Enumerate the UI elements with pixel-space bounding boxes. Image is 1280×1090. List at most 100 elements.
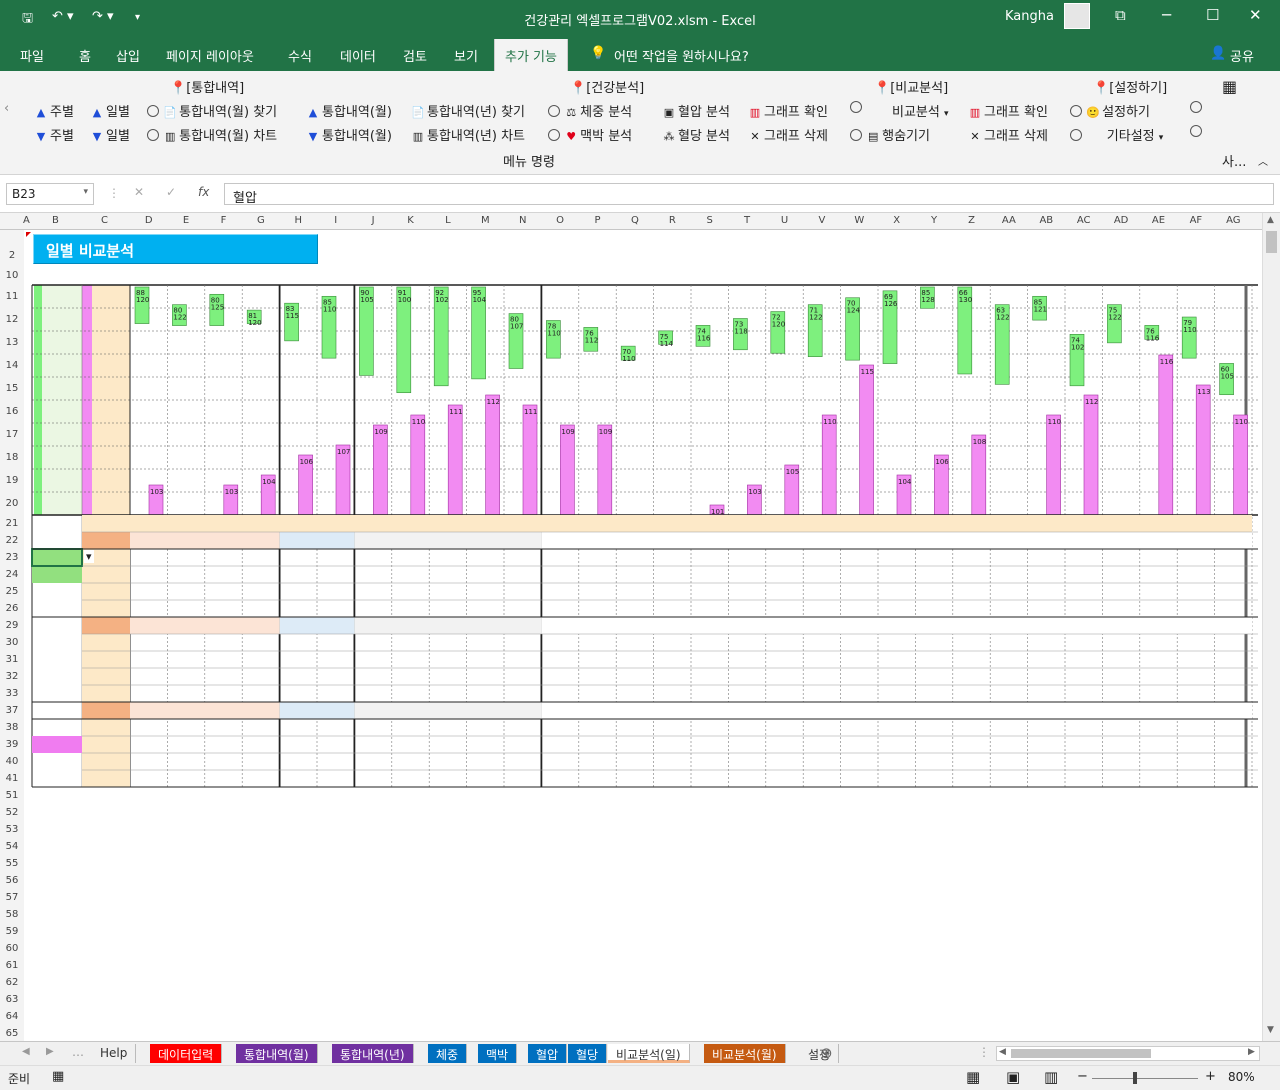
row-header[interactable]: 19 — [0, 469, 24, 492]
scroll-thumb[interactable] — [1266, 231, 1277, 253]
share-icon[interactable]: 👤 — [1210, 46, 1226, 61]
tab-file[interactable]: 파일 — [20, 46, 44, 65]
vertical-scrollbar[interactable]: ▲ ▼ — [1262, 213, 1280, 1041]
splitter-dots-icon[interactable]: ⋮ — [978, 1045, 990, 1059]
row-header[interactable]: 2 — [0, 230, 24, 266]
minimize-icon[interactable]: ─ — [1162, 6, 1171, 24]
graph-check-button[interactable]: ▥ 그래프 확인 — [748, 101, 828, 120]
monthly-up-button[interactable]: ▲ 통합내역(월) — [306, 101, 392, 120]
row-header[interactable]: 20 — [0, 492, 24, 515]
row-header[interactable]: 40 — [0, 753, 24, 770]
sheet-tab[interactable]: 맥박 — [478, 1044, 518, 1063]
yearly-find-button[interactable]: 📄 통합내역(년) 찾기 — [411, 101, 525, 120]
settings-button[interactable]: 🙂 설정하기 — [1070, 101, 1150, 120]
user-name[interactable]: Kangha — [1005, 9, 1054, 24]
scroll-up-icon[interactable]: ▲ — [1267, 215, 1274, 225]
sugar-analysis-button[interactable]: ⁂ 혈당 분석 — [662, 125, 730, 144]
daily-down-button[interactable]: ▼ 일별 — [90, 125, 130, 144]
row-header[interactable]: 25 — [0, 583, 24, 600]
graph-delete-2-button[interactable]: ✕ 그래프 삭제 — [968, 125, 1048, 144]
sheet-tab[interactable]: 데이터입력 — [150, 1044, 223, 1063]
row-header[interactable]: 57 — [0, 889, 24, 906]
scroll-left-icon[interactable]: ‹ — [4, 101, 9, 116]
ribbon-display-icon[interactable]: ⧉ — [1115, 6, 1126, 24]
formula-input[interactable]: 혈압 — [224, 183, 1274, 206]
weekly-down-button[interactable]: ▼ 주별 — [34, 125, 74, 144]
sheet-tab[interactable]: 비교분석(일) — [608, 1044, 690, 1063]
row-header[interactable]: 38 — [0, 719, 24, 736]
row-header[interactable]: 16 — [0, 400, 24, 423]
add-sheet-icon[interactable]: ⊕ — [820, 1044, 833, 1062]
row-header[interactable]: 59 — [0, 923, 24, 940]
macro-record-icon[interactable]: ▦ — [52, 1069, 64, 1084]
cancel-icon[interactable]: ✕ — [134, 185, 144, 199]
sheet-tab[interactable]: 혈압 — [528, 1044, 568, 1063]
row-header[interactable]: 41 — [0, 770, 24, 787]
tab-addins[interactable]: 추가 기능 — [494, 39, 568, 71]
graph-delete-button[interactable]: ✕ 그래프 삭제 — [748, 125, 828, 144]
worksheet-grid[interactable]: 88 120 103 80 122 80 125 103 81 120 104 83 115 106 85 1… — [0, 213, 1262, 1041]
zoom-level[interactable]: 80% — [1228, 1070, 1255, 1084]
row-header[interactable]: 23 — [0, 549, 24, 566]
scroll-right-icon[interactable]: ▶ — [1248, 1047, 1255, 1057]
graph-check-2-button[interactable]: ▥ 그래프 확인 — [968, 101, 1048, 120]
weekly-up-button[interactable]: ▲ 주별 — [34, 101, 74, 120]
sheet-tab[interactable]: Help — [92, 1044, 137, 1063]
maximize-icon[interactable]: ☐ — [1206, 6, 1219, 24]
hscroll-thumb[interactable] — [1011, 1049, 1151, 1058]
row-header[interactable]: 30 — [0, 634, 24, 651]
row-header[interactable]: 55 — [0, 855, 24, 872]
row-header[interactable]: 32 — [0, 668, 24, 685]
tab-page-layout[interactable]: 페이지 레이아웃 — [166, 46, 254, 65]
row-header[interactable]: 61 — [0, 957, 24, 974]
option-radio-2[interactable] — [1190, 125, 1202, 140]
daily-up-button[interactable]: ▲ 일별 — [90, 101, 130, 120]
name-box[interactable]: B23 ▾ — [6, 183, 94, 205]
tab-formulas[interactable]: 수식 — [288, 46, 312, 65]
avatar[interactable] — [1064, 3, 1090, 29]
yearly-chart-button[interactable]: ▥ 통합내역(년) 차트 — [411, 125, 525, 144]
ribbon-more[interactable]: 사... — [1222, 151, 1246, 170]
dropdown-arrow-icon[interactable]: ▾ — [84, 550, 94, 563]
sheet-tab[interactable]: 통합내역(년) — [332, 1044, 414, 1063]
row-header[interactable]: 22 — [0, 532, 24, 549]
tab-insert[interactable]: 삽입 — [116, 46, 140, 65]
row-header[interactable]: 21 — [0, 515, 24, 532]
close-icon[interactable]: ✕ — [1249, 6, 1262, 24]
other-settings-dropdown[interactable]: 기타설정 ▾ — [1070, 125, 1163, 144]
row-header[interactable]: 51 — [0, 787, 24, 804]
enter-icon[interactable]: ✓ — [166, 185, 176, 199]
row-header[interactable]: 18 — [0, 446, 24, 469]
collapse-ribbon-icon[interactable]: ︿ — [1258, 153, 1268, 168]
row-header[interactable]: 24 — [0, 566, 24, 583]
page-break-icon[interactable]: ▥ — [1044, 1068, 1058, 1086]
function-icon[interactable]: fx — [198, 185, 209, 199]
next-sheet-icon[interactable]: ▶ — [46, 1046, 54, 1057]
normal-view-icon[interactable]: ▦ — [966, 1068, 980, 1086]
row-header[interactable]: 15 — [0, 377, 24, 400]
horizontal-scrollbar[interactable]: ◀ ▶ — [996, 1046, 1260, 1061]
row-header[interactable]: 12 — [0, 308, 24, 331]
row-header[interactable]: 17 — [0, 423, 24, 446]
monthly-find-button[interactable]: 📄 통합내역(월) 찾기 — [147, 101, 277, 120]
row-header[interactable]: 31 — [0, 651, 24, 668]
sheet-tab[interactable]: 통합내역(월) — [236, 1044, 318, 1063]
row-header[interactable]: 63 — [0, 991, 24, 1008]
monthly-chart-button[interactable]: ▥ 통합내역(월) 차트 — [147, 125, 277, 144]
row-header[interactable]: 11 — [0, 285, 24, 308]
page-layout-icon[interactable]: ▣ — [1006, 1068, 1020, 1086]
tab-data[interactable]: 데이터 — [340, 46, 376, 65]
pulse-analysis-button[interactable]: ♥ 맥박 분석 — [548, 125, 632, 144]
tab-review[interactable]: 검토 — [403, 46, 427, 65]
sheet-tab[interactable]: 혈당 — [568, 1044, 608, 1063]
row-header[interactable]: 26 — [0, 600, 24, 617]
prev-sheet-icon[interactable]: ◀ — [22, 1046, 30, 1057]
row-header[interactable]: 54 — [0, 838, 24, 855]
row-header[interactable]: 58 — [0, 906, 24, 923]
row-header[interactable]: 64 — [0, 1008, 24, 1025]
scroll-left-icon[interactable]: ◀ — [999, 1047, 1006, 1057]
option-radio[interactable] — [1190, 101, 1202, 116]
compare-dropdown[interactable]: 비교분석 ▾ — [892, 101, 949, 120]
compare-radio[interactable] — [850, 101, 862, 116]
row-header[interactable]: 53 — [0, 821, 24, 838]
